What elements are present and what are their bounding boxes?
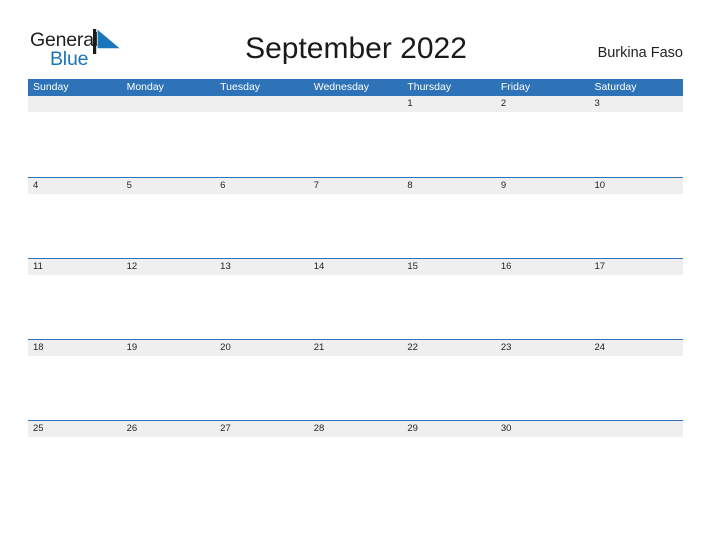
- day-cell[interactable]: 7: [309, 178, 403, 194]
- week-day-number-strip: 4 5 6 7 8 9 10: [28, 178, 683, 194]
- day-cell[interactable]: 27: [215, 421, 309, 437]
- day-cell[interactable]: 20: [215, 340, 309, 356]
- blue-flag-triangle-icon: [93, 29, 121, 54]
- day-cell[interactable]: [215, 96, 309, 112]
- day-cell[interactable]: 29: [402, 421, 496, 437]
- day-cell[interactable]: 11: [28, 259, 122, 275]
- calendar-week-row: 4 5 6 7 8 9 10: [28, 177, 683, 259]
- week-note-area[interactable]: [28, 356, 683, 421]
- calendar-grid: Sunday Monday Tuesday Wednesday Thursday…: [28, 79, 683, 487]
- day-cell[interactable]: 10: [589, 178, 683, 194]
- page-header: General Blue September 2022 Burkina Faso: [0, 0, 712, 76]
- calendar-week-row: 1 2 3: [28, 96, 683, 177]
- day-cell[interactable]: 25: [28, 421, 122, 437]
- day-cell[interactable]: 1: [402, 96, 496, 112]
- day-cell[interactable]: 14: [309, 259, 403, 275]
- general-blue-logo[interactable]: General Blue: [30, 29, 120, 73]
- day-cell[interactable]: 8: [402, 178, 496, 194]
- day-cell[interactable]: 12: [122, 259, 216, 275]
- calendar-page: General Blue September 2022 Burkina Faso…: [0, 0, 712, 550]
- week-note-area[interactable]: [28, 112, 683, 177]
- week-day-number-strip: 11 12 13 14 15 16 17: [28, 259, 683, 275]
- week-day-number-strip: 1 2 3: [28, 96, 683, 112]
- weekday-header-wednesday: Wednesday: [313, 81, 369, 93]
- day-cell[interactable]: 16: [496, 259, 590, 275]
- weekday-header-thursday: Thursday: [407, 81, 452, 93]
- day-cell[interactable]: 30: [496, 421, 590, 437]
- day-cell[interactable]: [28, 96, 122, 112]
- weekday-header-tuesday: Tuesday: [220, 81, 261, 93]
- day-cell[interactable]: 17: [589, 259, 683, 275]
- day-cell[interactable]: [589, 421, 683, 437]
- day-cell[interactable]: 21: [309, 340, 403, 356]
- calendar-week-row: 11 12 13 14 15 16 17: [28, 258, 683, 340]
- day-cell[interactable]: 3: [589, 96, 683, 112]
- day-cell[interactable]: 6: [215, 178, 309, 194]
- weekday-header-sunday: Sunday: [33, 81, 69, 93]
- day-cell[interactable]: 5: [122, 178, 216, 194]
- day-cell[interactable]: 15: [402, 259, 496, 275]
- day-cell[interactable]: 18: [28, 340, 122, 356]
- day-cell[interactable]: 22: [402, 340, 496, 356]
- logo-word-blue: Blue: [50, 48, 89, 70]
- page-title: September 2022: [245, 32, 467, 65]
- day-cell[interactable]: 24: [589, 340, 683, 356]
- week-note-area[interactable]: [28, 275, 683, 340]
- weekday-header-friday: Friday: [500, 81, 531, 93]
- week-day-number-strip: 25 26 27 28 29 30: [28, 421, 683, 437]
- day-cell[interactable]: 4: [28, 178, 122, 194]
- day-cell[interactable]: 23: [496, 340, 590, 356]
- day-cell[interactable]: 19: [122, 340, 216, 356]
- day-cell[interactable]: 26: [122, 421, 216, 437]
- region-label: Burkina Faso: [597, 45, 683, 61]
- weekday-header-row: Sunday Monday Tuesday Wednesday Thursday…: [28, 79, 683, 96]
- day-cell[interactable]: 2: [496, 96, 590, 112]
- day-cell[interactable]: 28: [309, 421, 403, 437]
- calendar-week-row: 18 19 20 21 22 23 24: [28, 339, 683, 421]
- day-cell[interactable]: 13: [215, 259, 309, 275]
- day-cell[interactable]: 9: [496, 178, 590, 194]
- week-note-area[interactable]: [28, 437, 683, 487]
- weekday-header-monday: Monday: [126, 81, 164, 93]
- weekday-header-saturday: Saturday: [594, 81, 637, 93]
- calendar-week-row: 25 26 27 28 29 30: [28, 420, 683, 487]
- week-note-area[interactable]: [28, 194, 683, 259]
- day-cell[interactable]: [309, 96, 403, 112]
- day-cell[interactable]: [122, 96, 216, 112]
- week-day-number-strip: 18 19 20 21 22 23 24: [28, 340, 683, 356]
